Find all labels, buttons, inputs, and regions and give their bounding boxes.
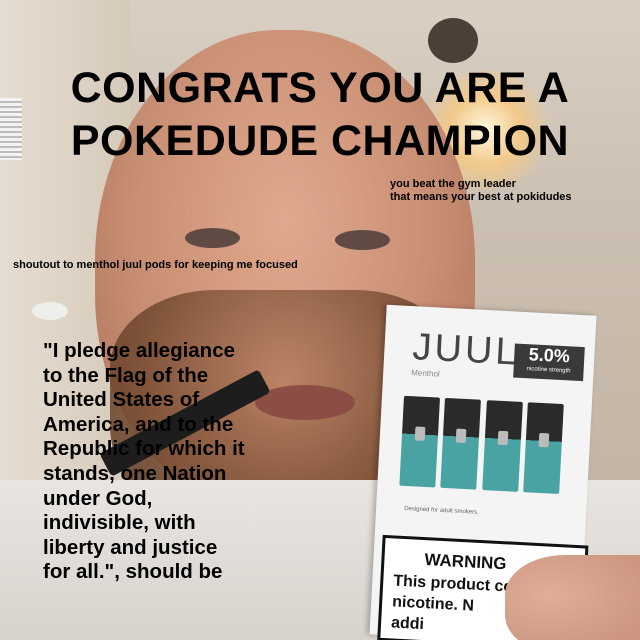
subnote-line-2: that means your best at pokidudes: [390, 191, 572, 203]
warning-title: WARNING: [423, 550, 508, 574]
package-brand: JUUL: [411, 326, 521, 374]
package-note: Designed for adult smokers.: [403, 505, 479, 516]
subnote-line-1: you beat the gym leader: [390, 178, 516, 190]
left-eye: [185, 228, 240, 248]
pledge-line: "I pledge allegiance: [43, 339, 236, 362]
pod: [481, 400, 523, 492]
pod: [440, 397, 482, 490]
pledge-line: liberty and justice: [43, 535, 218, 559]
warning-line: addi: [390, 614, 425, 634]
warning-line: nicotine. N: [391, 593, 475, 615]
hand: [505, 555, 640, 640]
pledge-line: stands, one Nation: [43, 461, 227, 485]
meme-title: CONGRATS YOU ARE A POKEDUDE CHAMPION: [0, 62, 640, 168]
title-line-1: CONGRATS YOU ARE A: [70, 64, 570, 112]
package-strength-badge: 5.0% nicotine strength: [513, 343, 585, 382]
ceiling-fan: [428, 18, 478, 63]
pledge-line: indivisible, with: [43, 511, 196, 535]
pledge-line: to the Flag of the: [43, 363, 209, 387]
pledge-line: under God,: [43, 486, 153, 510]
pod: [523, 402, 564, 495]
pledge-caption: "I pledge allegiance to the Flag of the …: [43, 339, 343, 585]
pod-row: [399, 395, 564, 495]
right-eye: [335, 230, 390, 250]
package-flavor: Menthol: [411, 368, 440, 379]
pledge-line: Republic for which it: [43, 437, 245, 461]
warning-line: This product co: [392, 572, 514, 596]
pledge-line: America, and to the: [43, 412, 234, 436]
smoke-detector: [32, 302, 68, 320]
pod: [399, 395, 440, 488]
shoutout-caption: shoutout to menthol juul pods for keepin…: [13, 259, 298, 271]
pledge-line: for all.", should be: [43, 560, 223, 584]
gym-leader-caption: you beat the gym leader that means your …: [390, 178, 572, 204]
pledge-line: United States of: [43, 388, 200, 412]
title-line-2: POKEDUDE CHAMPION: [70, 117, 570, 165]
